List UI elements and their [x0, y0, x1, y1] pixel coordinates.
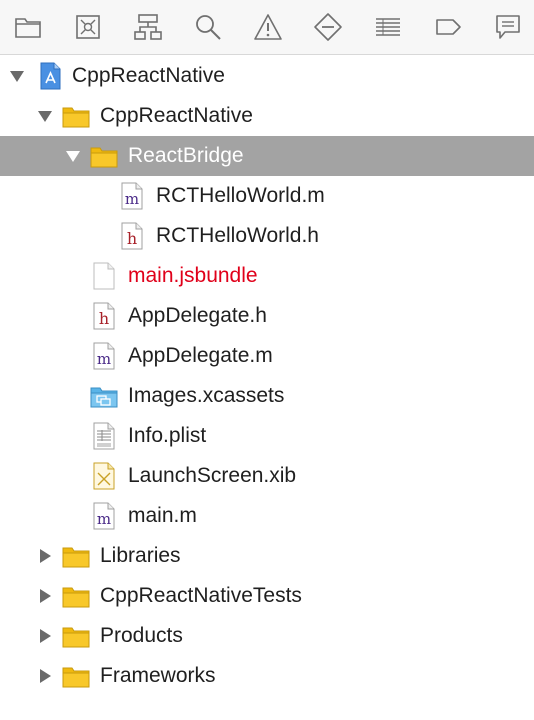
header-file-icon: h [90, 302, 118, 330]
disclosure-expanded-icon[interactable] [65, 148, 81, 164]
objc-implementation-file-icon: m [90, 502, 118, 530]
debug-navigator-icon [376, 18, 400, 36]
disclosure-expanded-icon[interactable] [37, 108, 53, 124]
find-navigator-icon [196, 15, 221, 40]
svg-text:m: m [97, 510, 111, 528]
issue-navigator-icon [254, 14, 282, 40]
tree-row-group-cppreactnative[interactable]: CppReactNative [0, 96, 534, 136]
svg-text:m: m [97, 350, 111, 368]
disclosure-expanded-icon[interactable] [9, 68, 25, 84]
symbol-navigator-button[interactable] [128, 7, 168, 47]
report-navigator-icon [496, 15, 520, 39]
project-navigator-button[interactable] [8, 7, 48, 47]
test-navigator-button[interactable] [308, 7, 348, 47]
tree-label: RCTHelloWorld.m [156, 184, 325, 207]
svg-text:h: h [127, 229, 137, 248]
find-navigator-button[interactable] [188, 7, 228, 47]
tree-row-file-images-xcassets[interactable]: Images.xcassets [0, 376, 534, 416]
tree-row-file-launchscreen-xib[interactable]: LaunchScreen.xib [0, 456, 534, 496]
objc-implementation-file-icon: m [90, 342, 118, 370]
tree-label: AppDelegate.m [128, 344, 273, 367]
tree-label: Images.xcassets [128, 384, 285, 407]
tree-row-group-products[interactable]: Products [0, 616, 534, 656]
breakpoint-navigator-button[interactable] [428, 7, 468, 47]
disclosure-collapsed-icon[interactable] [37, 548, 53, 564]
blank-file-icon [90, 262, 118, 290]
folder-icon [62, 662, 90, 690]
plist-file-icon [90, 422, 118, 450]
symbol-navigator-icon [134, 14, 162, 40]
folder-icon [62, 582, 90, 610]
tree-row-file-info-plist[interactable]: Info.plist [0, 416, 534, 456]
tree-label-missing: main.jsbundle [128, 264, 258, 287]
tree-label: ReactBridge [128, 144, 244, 167]
svg-text:h: h [99, 309, 109, 328]
tree-row-file-rcthelloworld-h[interactable]: h RCTHelloWorld.h [0, 216, 534, 256]
tree-label: Frameworks [100, 664, 216, 687]
tree-label: main.m [128, 504, 197, 527]
navigator-toolbar [0, 0, 534, 55]
folder-icon [62, 622, 90, 650]
asset-catalog-icon [90, 382, 118, 410]
tree-row-project[interactable]: CppReactNative [0, 56, 534, 96]
tree-row-group-libraries[interactable]: Libraries [0, 536, 534, 576]
source-control-navigator-button[interactable] [68, 7, 108, 47]
tree-row-file-main-jsbundle[interactable]: main.jsbundle [0, 256, 534, 296]
svg-text:m: m [125, 190, 139, 208]
tree-row-group-frameworks[interactable]: Frameworks [0, 656, 534, 696]
objc-implementation-file-icon: m [118, 182, 146, 210]
disclosure-collapsed-icon[interactable] [37, 668, 53, 684]
tree-row-file-rcthelloworld-m[interactable]: m RCTHelloWorld.m [0, 176, 534, 216]
folder-icon [62, 542, 90, 570]
xib-file-icon [90, 462, 118, 490]
tree-label: RCTHelloWorld.h [156, 224, 319, 247]
report-navigator-button[interactable] [488, 7, 528, 47]
source-control-navigator-icon [76, 15, 100, 39]
tree-label: Products [100, 624, 183, 647]
debug-navigator-button[interactable] [368, 7, 408, 47]
disclosure-collapsed-icon[interactable] [37, 628, 53, 644]
folder-icon [90, 142, 118, 170]
tree-label: Info.plist [128, 424, 207, 447]
tree-label: Libraries [100, 544, 181, 567]
tree-label: CppReactNative [100, 104, 253, 127]
tree-label: AppDelegate.h [128, 304, 267, 327]
tree-label: CppReactNative [72, 64, 225, 87]
xcode-project-icon [36, 62, 64, 90]
tree-label: LaunchScreen.xib [128, 464, 297, 487]
issue-navigator-button[interactable] [248, 7, 288, 47]
tree-row-file-appdelegate-m[interactable]: m AppDelegate.m [0, 336, 534, 376]
tree-row-file-appdelegate-h[interactable]: h AppDelegate.h [0, 296, 534, 336]
header-file-icon: h [118, 222, 146, 250]
tree-label: CppReactNativeTests [100, 584, 302, 607]
test-navigator-icon [314, 13, 342, 41]
project-navigator-icon [15, 18, 41, 38]
disclosure-collapsed-icon[interactable] [37, 588, 53, 604]
folder-icon [62, 102, 90, 130]
tree-row-group-cppreactnativetests[interactable]: CppReactNativeTests [0, 576, 534, 616]
tree-row-file-main-m[interactable]: m main.m [0, 496, 534, 536]
breakpoint-navigator-icon [436, 19, 461, 35]
tree-row-group-reactbridge[interactable]: ReactBridge [0, 136, 534, 176]
